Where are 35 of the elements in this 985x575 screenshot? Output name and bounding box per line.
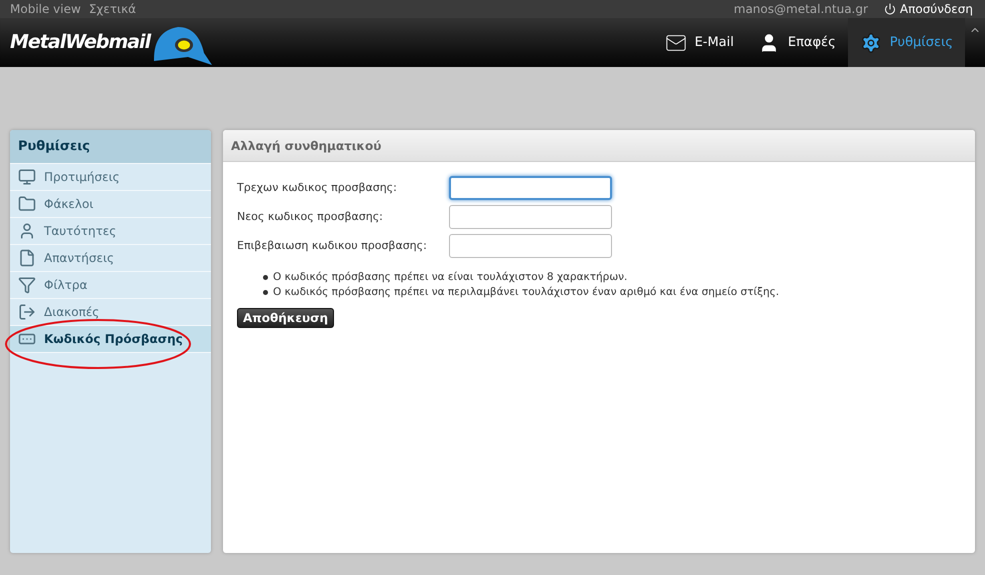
field-label: Επιβεβαιωση κωδικου προσβασης:: [237, 238, 428, 254]
password-field[interactable]: [449, 176, 612, 200]
save-button[interactable]: Αποθήκευση: [237, 308, 334, 328]
sidebar-item[interactable]: Προτιμήσεις: [10, 163, 211, 190]
bullet-icon: [263, 275, 268, 280]
sidebar-item[interactable]: Ταυτότητες: [10, 217, 211, 244]
gear-icon: [860, 32, 882, 54]
document-icon: [18, 249, 36, 267]
laptop-icon: [18, 168, 36, 186]
user-email: manos@metal.ntua.gr: [734, 3, 868, 15]
nav-tab[interactable]: Επαφές: [746, 18, 848, 67]
nav-tab[interactable]: E-Mail: [652, 18, 746, 67]
field-label: Νεος κωδικος προσβασης:: [237, 208, 384, 225]
sidebar-item[interactable]: Απαντήσεις: [10, 244, 211, 271]
rule-text: Ο κωδικός πρόσβασης πρέπει να περιλαμβάνει τουλάχιστον έναν αριθμό και ένα σημείο στίξης.: [273, 285, 780, 300]
sidebar-item[interactable]: Φίλτρα: [10, 271, 211, 298]
bullet-icon: [263, 290, 268, 295]
field-label: Τρεχων κωδικος προσβασης:: [237, 180, 398, 196]
nav-tab[interactable]: Ρυθμίσεις: [848, 18, 965, 67]
funnel-icon: [18, 276, 36, 294]
password-field[interactable]: [449, 234, 612, 258]
sidebar-item[interactable]: Φάκελοι: [10, 190, 211, 217]
folder-icon: [18, 195, 36, 213]
power-icon: [884, 3, 896, 15]
rule-text: Ο κωδικός πρόσβασης πρέπει να είναι τουλάχιστον 8 χαρακτήρων.: [273, 270, 628, 285]
top-link[interactable]: Mobile view: [10, 3, 81, 15]
exit-icon: [18, 303, 36, 321]
sidebar-item[interactable]: Κωδικός Πρόσβασης: [10, 325, 211, 352]
logo-text: MetalWebmail: [10, 30, 150, 56]
password-field[interactable]: [449, 205, 612, 229]
sidebar-title: Ρυθμίσεις: [18, 138, 90, 156]
logout-link[interactable]: Αποσύνδεση: [884, 3, 973, 15]
person-icon: [18, 222, 36, 240]
top-link[interactable]: Σχετικά: [88, 3, 136, 15]
panel-title: Αλλαγή συνθηματικού: [231, 138, 382, 154]
